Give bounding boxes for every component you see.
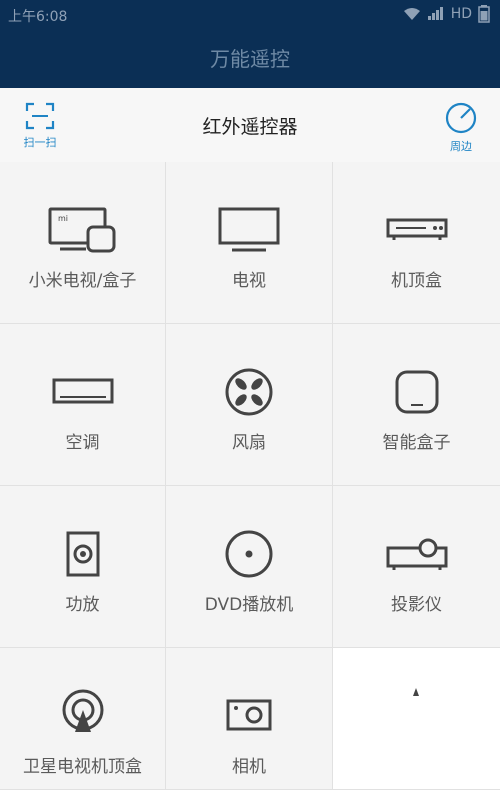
app-header: 万能遥控 [0, 30, 500, 88]
status-bar: 上午6:08 HD [0, 0, 500, 30]
satellite-dish-icon [62, 689, 103, 732]
toolbar: 扫一扫 红外遥控器 周边 [0, 88, 500, 163]
app-title: 万能遥控 [210, 47, 290, 71]
svg-text:mi: mi [58, 214, 68, 223]
camera-icon [226, 699, 272, 731]
projector-icon [386, 538, 447, 570]
device-label: 卫星电视机顶盒 [23, 757, 142, 777]
device-satellite-box[interactable]: 卫星电视机顶盒 [0, 648, 166, 790]
device-projector[interactable]: 投影仪 [333, 486, 500, 648]
device-label: 机顶盒 [391, 271, 442, 291]
partial-icon [413, 688, 419, 696]
device-amplifier[interactable]: 功放 [0, 486, 166, 648]
device-label: 空调 [65, 433, 100, 453]
device-label: 功放 [65, 595, 100, 615]
nearby-button[interactable]: 周边 [436, 102, 486, 154]
nearby-label: 周边 [450, 140, 472, 153]
device-label: 投影仪 [391, 595, 442, 615]
tv-icon [218, 207, 280, 252]
smart-box-icon [395, 370, 438, 414]
device-label: 小米电视/盒子 [28, 271, 137, 291]
battery-icon [478, 5, 490, 23]
device-tv[interactable]: 电视 [166, 162, 333, 324]
device-grid: mi 小米电视/盒子 电视 机顶盒 空调 风扇 智能盒子 功放 DVD播放机 投… [0, 162, 500, 790]
device-label: 相机 [232, 757, 266, 777]
device-label: DVD播放机 [204, 595, 294, 615]
device-label: 智能盒子 [382, 433, 451, 453]
device-set-top-box[interactable]: 机顶盒 [333, 162, 500, 324]
device-air-conditioner[interactable]: 空调 [0, 324, 166, 486]
empty-cell [333, 648, 500, 790]
page-title: 红外遥控器 [202, 116, 298, 138]
status-indicators: HD [403, 5, 490, 23]
wifi-icon [403, 8, 420, 20]
radar-icon [445, 102, 477, 134]
network-type: HD [450, 6, 472, 22]
dvd-player-icon [225, 530, 273, 578]
amplifier-speaker-icon [66, 531, 99, 577]
fan-icon [225, 368, 273, 416]
device-label: 风扇 [232, 433, 266, 453]
air-conditioner-icon [52, 378, 113, 404]
device-camera[interactable]: 相机 [166, 648, 333, 790]
signal-icon [427, 7, 443, 20]
status-time: 上午6:08 [8, 9, 68, 25]
device-dvd-player[interactable]: DVD播放机 [166, 486, 333, 648]
device-smart-box[interactable]: 智能盒子 [333, 324, 500, 486]
mi-tv-box-icon: mi [48, 207, 115, 253]
device-label: 电视 [232, 271, 266, 291]
device-fan[interactable]: 风扇 [166, 324, 333, 486]
set-top-box-icon [386, 218, 447, 240]
device-mi-tv-box[interactable]: mi 小米电视/盒子 [0, 162, 166, 324]
